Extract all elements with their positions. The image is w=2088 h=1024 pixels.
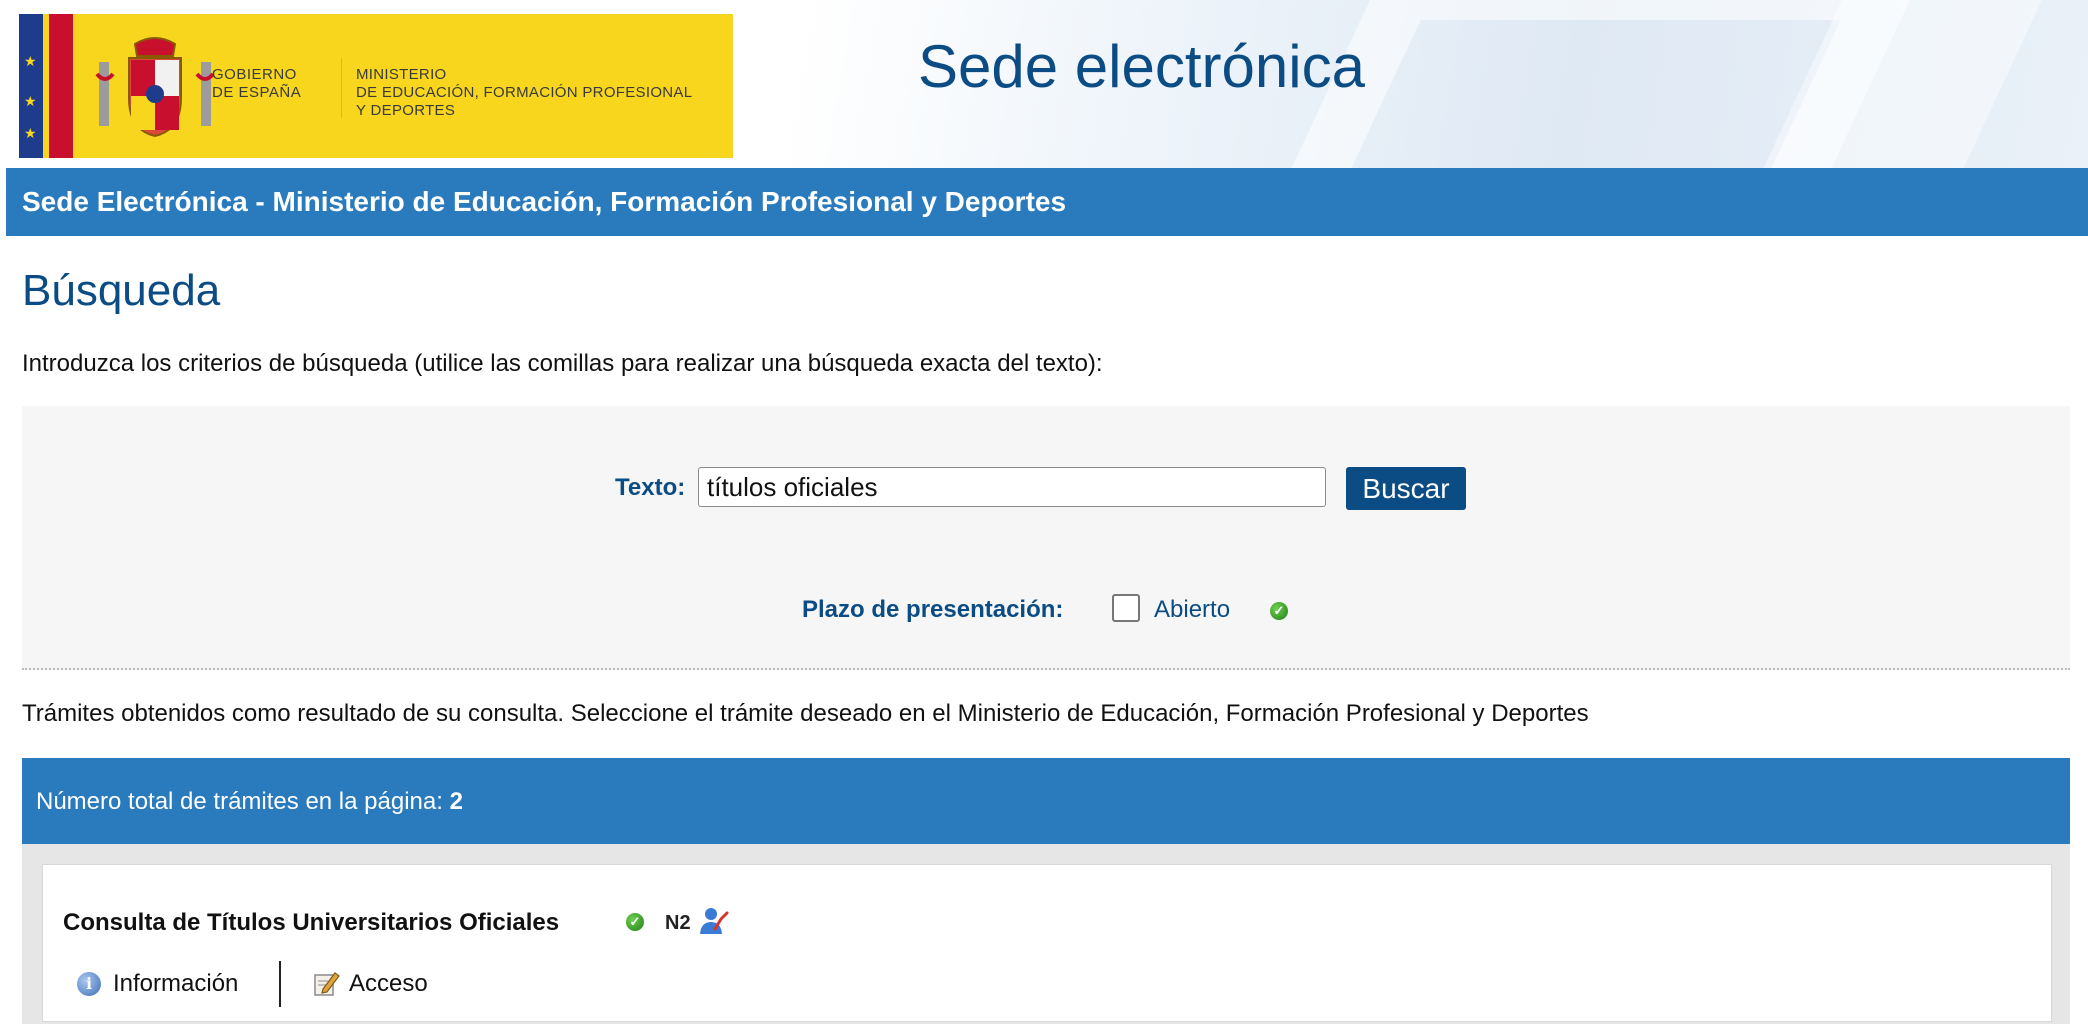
results-count-value: 2 xyxy=(449,788,463,815)
search-button[interactable]: Buscar xyxy=(1346,467,1466,510)
results-list: Consulta de Títulos Universitarios Ofici… xyxy=(22,844,2070,1024)
plazo-label: Plazo de presentación: xyxy=(802,596,1064,623)
search-form: Texto: Buscar Plazo de presentación: Abi… xyxy=(22,406,2070,670)
text-label: Texto: xyxy=(615,474,686,501)
security-level-badge: N2 xyxy=(665,912,691,934)
government-logo[interactable]: ★ ★ ★ GOBIERNO DE ESPAÑA MINISTERIO DE E… xyxy=(19,14,733,158)
results-count-bar: Número total de trámites en la página: 2 xyxy=(22,758,2070,844)
procedure-title: Consulta de Títulos Universitarios Ofici… xyxy=(63,909,560,936)
search-instructions: Introduzca los criterios de búsqueda (ut… xyxy=(22,350,1103,377)
information-link[interactable]: Información xyxy=(113,970,238,998)
green-check-icon: ✓ xyxy=(626,913,644,931)
section-navbar: Sede Electrónica - Ministerio de Educaci… xyxy=(6,168,2088,236)
spain-flag-icon: ★ ★ ★ xyxy=(19,14,73,158)
user-certificate-icon xyxy=(700,908,729,934)
site-title: Sede electrónica xyxy=(918,33,1365,100)
abierto-checkbox[interactable] xyxy=(1112,594,1140,622)
access-link[interactable]: Acceso xyxy=(349,970,428,998)
logo-divider xyxy=(341,58,342,118)
site-header: ★ ★ ★ GOBIERNO DE ESPAÑA MINISTERIO DE E… xyxy=(0,0,2088,168)
navbar-title[interactable]: Sede Electrónica - Ministerio de Educaci… xyxy=(22,186,1066,218)
ministerio-text: MINISTERIO DE EDUCACIÓN, FORMACIÓN PROFE… xyxy=(356,66,693,119)
action-divider xyxy=(279,961,281,1007)
search-input[interactable] xyxy=(698,467,1326,507)
abierto-label[interactable]: Abierto xyxy=(1154,596,1230,624)
list-item: Consulta de Títulos Universitarios Ofici… xyxy=(42,864,2052,1022)
results-intro: Trámites obtenidos como resultado de su … xyxy=(22,700,1589,727)
info-icon[interactable]: i xyxy=(77,972,101,996)
page-title: Búsqueda xyxy=(22,266,221,315)
results-count: Número total de trámites en la página: 2 xyxy=(36,788,463,815)
coat-of-arms-icon xyxy=(95,37,215,138)
edit-icon[interactable] xyxy=(313,969,341,997)
green-check-icon: ✓ xyxy=(1270,602,1288,620)
gobierno-text: GOBIERNO DE ESPAÑA xyxy=(212,66,302,101)
